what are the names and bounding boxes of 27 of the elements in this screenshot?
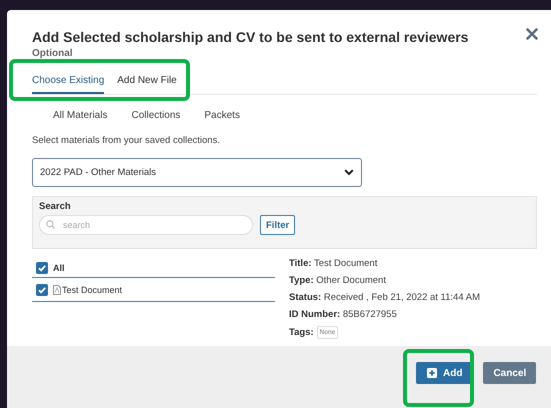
tab[interactable]: Choose Existing	[32, 71, 104, 94]
plus-icon	[427, 368, 437, 378]
detail-line: Title: Test Document	[289, 258, 378, 270]
document-icon	[53, 284, 61, 294]
detail-line: Type: Other Document	[289, 275, 387, 287]
dialog-title: Add Selected scholarship and CV to be sent to external reviewers	[32, 28, 468, 47]
tags-label: Tags:	[289, 327, 314, 338]
filter-button[interactable]: Filter	[260, 215, 296, 235]
all-label: All	[53, 262, 65, 272]
collection-dropdown[interactable]: 2022 PAD - Other Materials	[32, 158, 362, 187]
instruction-text: Select materials from your saved collections.	[32, 135, 221, 146]
material-item[interactable]: Test Document	[62, 284, 122, 294]
optional-label: Optional	[32, 47, 74, 60]
subtab[interactable]: Packets	[204, 110, 240, 121]
subtab[interactable]: Collections	[131, 110, 180, 121]
tab[interactable]: Add New File	[117, 71, 177, 94]
cancel-button[interactable]: Cancel	[483, 362, 536, 384]
detail-line: ID Number: 85B6727955	[289, 309, 398, 321]
detail-line: Status: Received , Feb 21, 2022 at 11:44 AM	[289, 292, 480, 304]
search-icon	[46, 220, 55, 229]
subtab[interactable]: All Materials	[53, 110, 108, 121]
checkbox[interactable]	[36, 262, 48, 274]
chevron-down-icon	[344, 169, 354, 176]
search-field[interactable]: search	[39, 215, 253, 235]
close-icon[interactable]	[526, 28, 538, 40]
search-label: Search	[39, 201, 72, 212]
checkbox[interactable]	[36, 284, 48, 296]
